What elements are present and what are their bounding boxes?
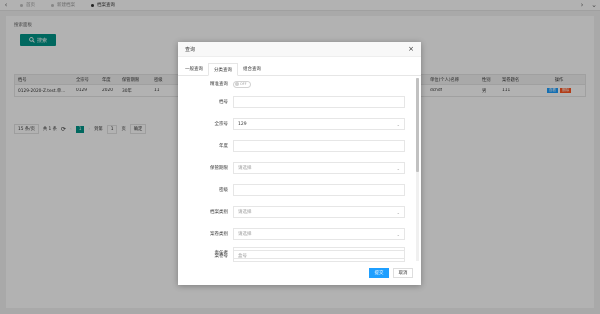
form-row-bao-guan: 保管期限 请选择 ⌄ xyxy=(178,162,414,174)
form-row-an-juan-lei: 案卷类别 请选择 ⌄ xyxy=(178,228,414,240)
dialog-header: 查询 × xyxy=(178,42,421,57)
form-row-dang-hao: 档号 xyxy=(178,96,414,108)
dialog-footer: 提交 取消 xyxy=(178,261,421,285)
form-row-quan-zong: 全宗号 129 ⌄ xyxy=(178,118,414,130)
nian-du-input[interactable] xyxy=(233,140,405,152)
bao-guan-select[interactable]: 请选择 ⌄ xyxy=(233,162,405,174)
query-dialog: 查询 × 一般查询 分类查询 组合查询 精准查询 OFF 档号 全宗号 129 … xyxy=(178,42,421,285)
select-placeholder: 请选择 xyxy=(238,210,252,215)
field-label: 保管期限 xyxy=(210,166,228,171)
cancel-button[interactable]: 取消 xyxy=(393,268,413,278)
scrollbar-thumb[interactable] xyxy=(416,78,419,172)
exact-query-toggle[interactable]: OFF xyxy=(233,80,251,88)
mi-ji-input[interactable] xyxy=(233,184,405,196)
chevron-down-icon: ⌄ xyxy=(396,231,400,237)
dang-an-lei-select[interactable]: 请选择 ⌄ xyxy=(233,206,405,218)
form-row-nian-du: 年度 xyxy=(178,140,414,152)
select-placeholder: 请选择 xyxy=(238,232,252,237)
close-icon[interactable]: × xyxy=(408,45,414,53)
field-label: 密级 xyxy=(219,188,228,193)
field-label: 全宗号 xyxy=(214,122,229,127)
chevron-down-icon: ⌄ xyxy=(396,121,400,127)
field-label: 档案类别 xyxy=(210,210,228,215)
tab-general-query[interactable]: 一般查询 xyxy=(180,63,208,75)
quan-zong-select[interactable]: 129 ⌄ xyxy=(233,118,405,130)
form-row-exact: 精准查询 OFF xyxy=(178,78,414,90)
select-value: 129 xyxy=(238,121,247,127)
field-label: 案卷类别 xyxy=(210,232,228,237)
chevron-down-icon: ⌄ xyxy=(396,165,400,171)
toggle-text: OFF xyxy=(240,82,247,86)
submit-button[interactable]: 提交 xyxy=(369,268,389,278)
field-label: 精准查询 xyxy=(210,82,228,87)
tab-combined-query[interactable]: 组合查询 xyxy=(238,63,266,75)
toggle-knob xyxy=(235,82,239,86)
query-form: 精准查询 OFF 档号 全宗号 129 ⌄ 年度 保管期限 请选择 ⌄ 密级 档… xyxy=(178,78,414,262)
dialog-title: 查询 xyxy=(185,46,196,53)
field-label: 年度 xyxy=(219,144,228,149)
field-label: 责任者 xyxy=(214,251,229,256)
dialog-scrollbar[interactable] xyxy=(416,78,419,261)
form-row-dang-an-lei: 档案类别 请选择 ⌄ xyxy=(178,206,414,218)
dang-hao-input[interactable] xyxy=(233,96,405,108)
tab-category-query[interactable]: 分类查询 xyxy=(208,63,238,76)
query-tabs: 一般查询 分类查询 组合查询 xyxy=(178,63,421,76)
an-juan-lei-select[interactable]: 请选择 ⌄ xyxy=(233,228,405,240)
ze-ren-input[interactable] xyxy=(233,247,405,259)
select-placeholder: 请选择 xyxy=(238,166,252,171)
chevron-down-icon: ⌄ xyxy=(396,209,400,215)
field-label: 档号 xyxy=(219,100,228,105)
form-row-ze-ren: 责任者 xyxy=(178,247,414,259)
form-row-mi-ji: 密级 xyxy=(178,184,414,196)
